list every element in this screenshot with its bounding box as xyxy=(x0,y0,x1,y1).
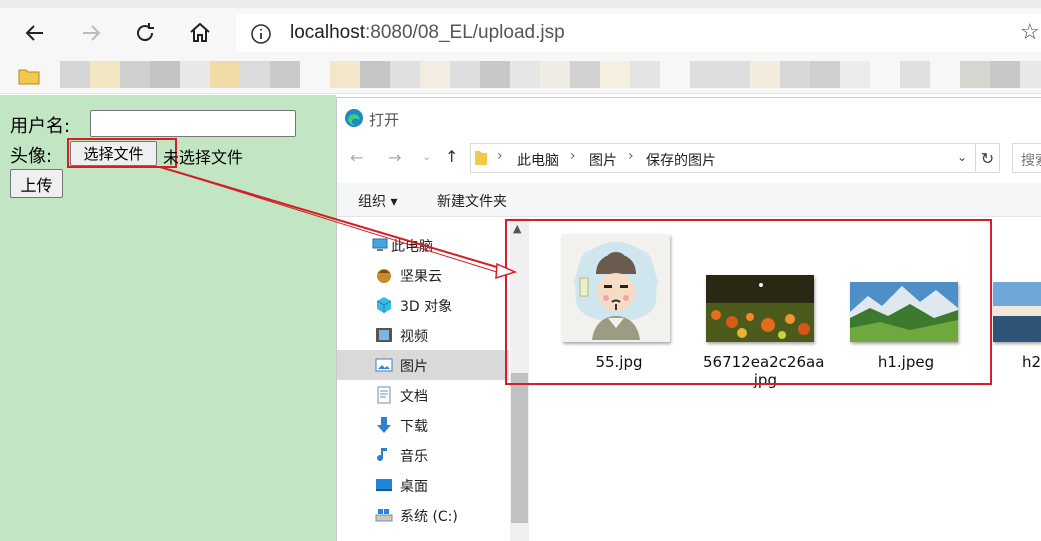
annotation-arrow xyxy=(159,166,518,280)
